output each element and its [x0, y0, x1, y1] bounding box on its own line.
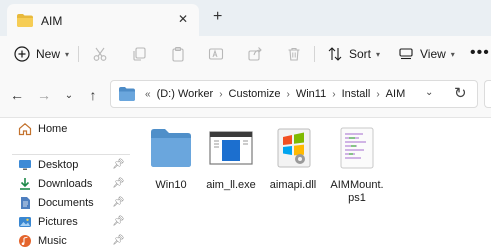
tab-title: AIM — [41, 14, 63, 28]
downloads-icon — [20, 178, 30, 190]
overflow-crumbs-icon[interactable]: « — [145, 89, 151, 100]
file-name-line: AIMMount. — [330, 179, 384, 191]
new-label: New — [36, 47, 61, 61]
sidebar-item-label: Desktop — [38, 159, 79, 171]
view-icon — [399, 48, 413, 60]
sidebar-item-label: Home — [38, 123, 68, 135]
home-icon — [18, 123, 32, 136]
divider — [314, 46, 315, 62]
plus-circle-icon — [14, 46, 30, 62]
application-window-icon — [209, 131, 253, 165]
pin-icon: 📌︎ — [112, 216, 125, 227]
script-file-icon — [340, 127, 374, 169]
trash-icon — [288, 47, 300, 61]
music-icon — [19, 235, 31, 247]
clipboard-icon — [172, 46, 184, 62]
navigation-pane: Home Desktop 📌︎ Downloads 📌︎ Documents 📌… — [0, 118, 132, 250]
share-icon — [248, 47, 262, 61]
rename-button[interactable] — [208, 44, 224, 64]
search-box[interactable] — [484, 80, 491, 108]
sidebar-item-label: Music — [38, 235, 67, 247]
file-name: AIMMount. ps1 — [321, 179, 393, 205]
command-bar: New ▾ Sort ▾ View ▾ ••• — [0, 36, 491, 71]
paste-button[interactable] — [170, 44, 186, 64]
dll-gear-icon — [277, 128, 311, 168]
chevron-down-icon: ▾ — [450, 49, 455, 59]
sidebar-item-pictures[interactable]: Pictures — [18, 213, 78, 231]
back-arrow-icon[interactable]: ← — [9, 87, 25, 103]
navigation-bar: ← → ⌄ ↑ « (D:) Worker › Customize › Win1… — [0, 71, 491, 118]
sidebar-item-label: Documents — [38, 197, 94, 209]
pin-icon: 📌︎ — [112, 178, 125, 189]
scissors-icon — [93, 47, 107, 61]
divider — [78, 46, 79, 62]
file-item-aimapi-dll[interactable]: aimapi.dll — [257, 124, 329, 192]
folder-icon — [119, 87, 135, 101]
file-name: aimapi.dll — [269, 179, 317, 191]
recent-locations-chevron-icon[interactable]: ⌄ — [61, 87, 77, 103]
sidebar-item-label: Downloads — [38, 178, 93, 190]
close-tab-icon[interactable]: ✕ — [178, 12, 188, 26]
pin-icon: 📌︎ — [112, 197, 125, 208]
documents-icon — [21, 197, 30, 209]
view-label: View — [420, 47, 446, 61]
folder-icon — [151, 129, 191, 167]
crumb-customize[interactable]: Customize — [229, 88, 281, 100]
file-item-aimmount-ps1[interactable]: AIMMount. ps1 — [321, 124, 393, 205]
sidebar-item-desktop[interactable]: Desktop — [18, 156, 78, 174]
sidebar-item-home[interactable]: Home — [18, 120, 67, 138]
share-button[interactable] — [247, 44, 263, 64]
sidebar-item-downloads[interactable]: Downloads — [18, 175, 92, 193]
more-options-icon[interactable]: ••• — [470, 44, 490, 62]
sort-button[interactable]: Sort ▾ — [327, 44, 380, 64]
sidebar-item-music[interactable]: Music — [18, 232, 67, 250]
pin-icon: 📌︎ — [112, 235, 125, 246]
refresh-icon[interactable]: ↻ — [454, 84, 467, 102]
crumb-aim[interactable]: AIM — [386, 88, 406, 100]
folder-icon — [17, 14, 33, 27]
crumb-drive[interactable]: (D:) Worker — [157, 88, 214, 100]
chevron-right-icon[interactable]: › — [376, 89, 379, 100]
copy-icon — [133, 47, 146, 61]
address-history-chevron-icon[interactable]: ⌄ — [425, 87, 433, 98]
chevron-right-icon[interactable]: › — [287, 89, 290, 100]
crumb-install[interactable]: Install — [342, 88, 371, 100]
address-bar[interactable]: « (D:) Worker › Customize › Win11 › Inst… — [110, 80, 478, 108]
chevron-down-icon: ▾ — [376, 49, 381, 59]
up-arrow-icon[interactable]: ↑ — [85, 87, 101, 103]
divider — [12, 154, 130, 155]
sidebar-item-documents[interactable]: Documents — [18, 194, 94, 212]
title-bar: AIM ✕ + — [0, 0, 491, 36]
new-tab-button[interactable]: + — [213, 8, 222, 26]
chevron-right-icon[interactable]: › — [219, 89, 222, 100]
view-button[interactable]: View ▾ — [398, 44, 455, 64]
tab-aim[interactable]: AIM ✕ — [7, 4, 199, 36]
file-list: Win10 aim_ll.exe aimapi.dll AIMMount. ps… — [132, 118, 491, 250]
chevron-right-icon[interactable]: › — [332, 89, 335, 100]
pictures-icon — [19, 217, 31, 227]
pin-icon: 📌︎ — [112, 159, 125, 170]
copy-button[interactable] — [131, 44, 147, 64]
sort-icon — [328, 47, 342, 61]
crumb-win11[interactable]: Win11 — [296, 88, 326, 100]
file-name-line: ps1 — [348, 192, 366, 204]
chevron-down-icon: ▾ — [65, 49, 70, 59]
delete-button[interactable] — [286, 44, 302, 64]
breadcrumb: « (D:) Worker › Customize › Win11 › Inst… — [145, 88, 405, 100]
rename-icon — [208, 48, 224, 60]
desktop-icon — [19, 160, 31, 170]
sidebar-item-label: Pictures — [38, 216, 78, 228]
cut-button[interactable] — [92, 44, 108, 64]
new-button[interactable]: New ▾ — [14, 44, 69, 64]
forward-arrow-icon[interactable]: → — [36, 87, 52, 103]
sort-label: Sort — [349, 47, 372, 61]
